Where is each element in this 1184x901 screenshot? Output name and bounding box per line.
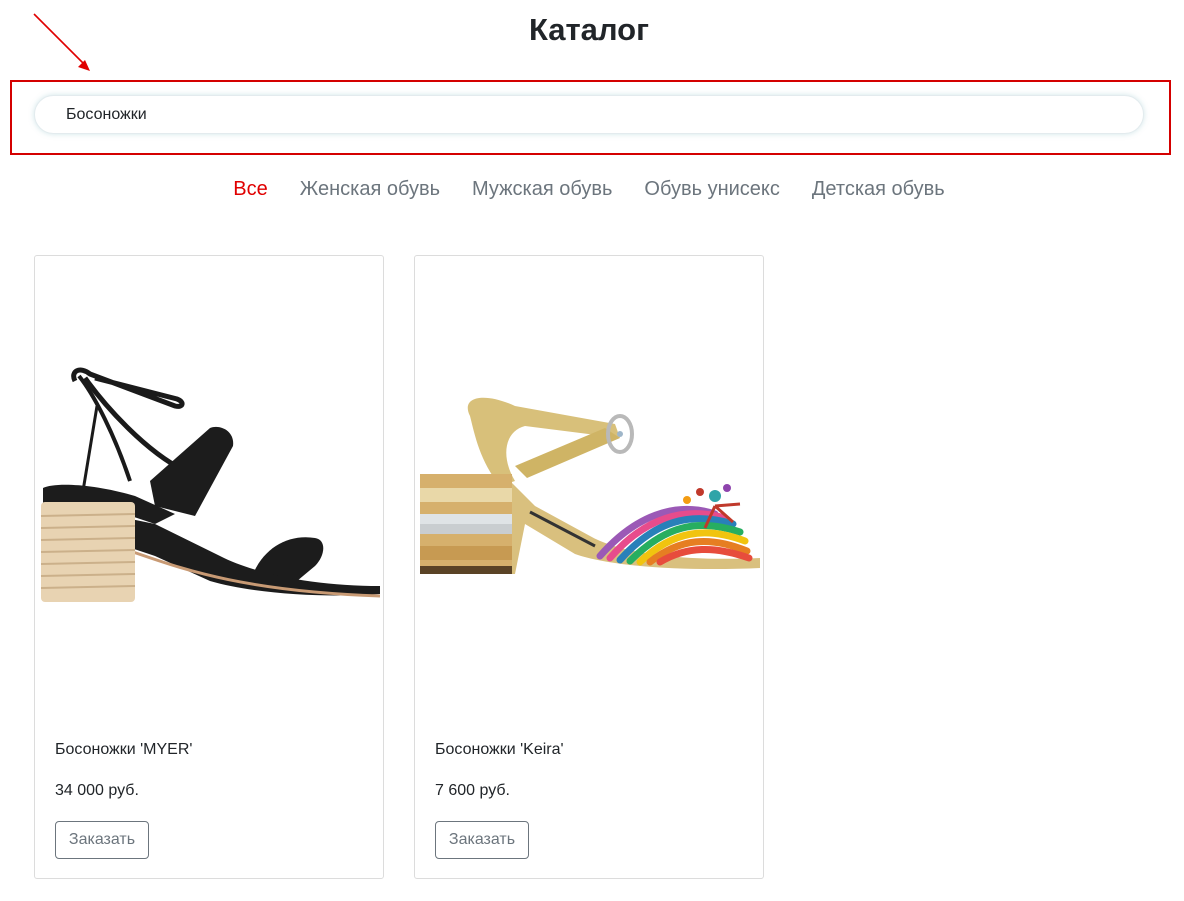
- product-name: Босоножки 'Keira': [435, 741, 564, 758]
- product-price: 7 600 руб.: [435, 782, 510, 799]
- product-image: [35, 256, 383, 726]
- order-button[interactable]: Заказать: [435, 821, 529, 859]
- search-input[interactable]: [34, 95, 1144, 134]
- gold-multicolor-sandal-image: [420, 397, 760, 574]
- category-nav: Все Женская обувь Мужская обувь Обувь ун…: [0, 172, 1178, 206]
- page-title: Каталог: [528, 12, 650, 47]
- product-name: Босоножки 'MYER': [55, 741, 193, 758]
- annotation-arrow-icon: [33, 13, 90, 71]
- product-card: Босоножки 'MYER' 34 000 руб. Заказать: [34, 255, 384, 879]
- product-card: Босоножки 'Keira' 7 600 руб. Заказать: [414, 255, 764, 879]
- category-women[interactable]: Женская обувь: [284, 172, 456, 206]
- category-unisex[interactable]: Обувь унисекс: [628, 172, 796, 206]
- category-all[interactable]: Все: [217, 172, 283, 206]
- category-men[interactable]: Мужская обувь: [456, 172, 628, 206]
- product-price: 34 000 руб.: [55, 782, 139, 799]
- product-image: [415, 256, 763, 726]
- catalog-page: Каталог Все Женская обувь Мужская обувь …: [0, 0, 1184, 901]
- black-strappy-sandal-image: [40, 367, 381, 602]
- order-button[interactable]: Заказать: [55, 821, 149, 859]
- category-kids[interactable]: Детская обувь: [796, 172, 961, 206]
